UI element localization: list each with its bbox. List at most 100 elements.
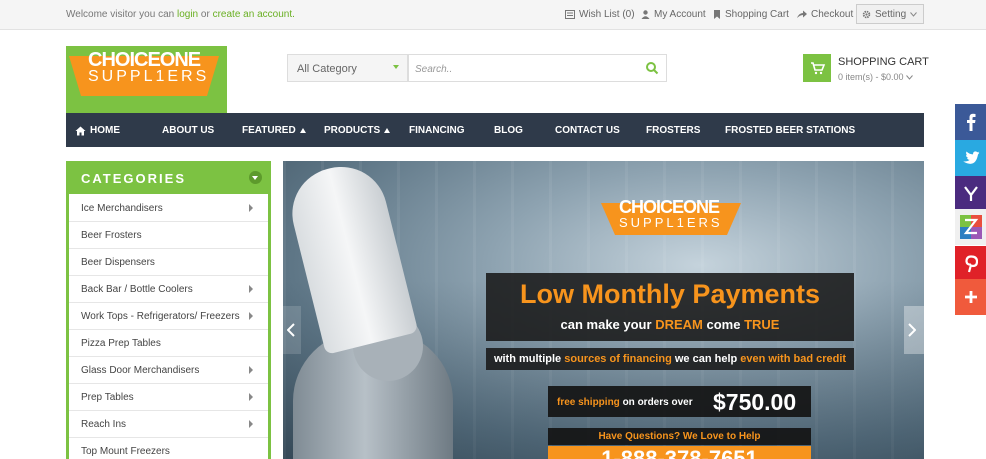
nav-blog[interactable]: BLOG bbox=[494, 125, 523, 136]
shopping-cart-link[interactable]: Shopping Cart bbox=[713, 9, 789, 20]
category-label: Reach Ins bbox=[81, 419, 127, 430]
collapse-toggle-icon[interactable] bbox=[249, 171, 262, 184]
nav-about-us-label: ABOUT US bbox=[162, 125, 215, 136]
category-item[interactable]: Beer Frosters bbox=[69, 222, 268, 249]
search-icon[interactable] bbox=[645, 61, 659, 75]
pinterest-icon bbox=[964, 255, 978, 273]
nav-frosted-beer-stations[interactable]: FROSTED BEER STATIONS bbox=[725, 125, 855, 136]
more-share-button[interactable] bbox=[955, 279, 986, 315]
category-item[interactable]: Work Tops - Refrigerators/ Freezers bbox=[69, 303, 268, 330]
pinterest-share-button[interactable] bbox=[955, 246, 986, 282]
wishlist-link[interactable]: Wish List (0) bbox=[565, 9, 635, 20]
twitter-share-button[interactable] bbox=[955, 140, 986, 176]
create-account-link[interactable]: create an account. bbox=[213, 9, 295, 20]
chevron-down-icon bbox=[910, 11, 918, 17]
cart-icon bbox=[811, 62, 826, 75]
nav-financing[interactable]: FINANCING bbox=[409, 125, 465, 136]
phone-number[interactable]: 1-888-378-7651 bbox=[548, 446, 811, 459]
banner-headline: Low Monthly Payments bbox=[519, 279, 821, 309]
category-label: Back Bar / Bottle Coolers bbox=[81, 284, 193, 295]
chevron-left-icon bbox=[287, 323, 295, 337]
category-item[interactable]: Beer Dispensers bbox=[69, 249, 268, 276]
nav-products[interactable]: PRODUCTS bbox=[324, 125, 391, 136]
chevron-down-icon bbox=[906, 75, 913, 80]
home-icon bbox=[75, 126, 86, 135]
free-shipping-text: free shipping on orders over bbox=[557, 397, 693, 408]
welcome-text: Welcome visitor you can bbox=[66, 9, 175, 20]
subline-true: TRUE bbox=[744, 317, 780, 332]
nav-blog-label: BLOG bbox=[494, 125, 523, 136]
caret-up-icon bbox=[299, 128, 306, 133]
category-label: Pizza Prep Tables bbox=[81, 338, 161, 349]
chevron-right-icon bbox=[249, 420, 253, 428]
zotero-share-button[interactable] bbox=[955, 209, 986, 245]
category-label: Ice Merchandisers bbox=[81, 203, 163, 214]
category-item[interactable]: Prep Tables bbox=[69, 384, 268, 411]
subline-dream: DREAM bbox=[655, 317, 703, 332]
free-shipping-highlight: free shipping bbox=[557, 397, 620, 408]
slider-prev-button[interactable] bbox=[283, 306, 301, 354]
facebook-icon bbox=[966, 113, 975, 131]
cart-icon-button[interactable] bbox=[803, 54, 831, 82]
chevron-right-icon bbox=[249, 285, 253, 293]
category-item[interactable]: Glass Door Merchandisers bbox=[69, 357, 268, 384]
category-item[interactable]: Pizza Prep Tables bbox=[69, 330, 268, 357]
nav-frosters[interactable]: FROSTERS bbox=[646, 125, 700, 136]
financing-text: we can help bbox=[674, 353, 738, 365]
category-label: Beer Frosters bbox=[81, 230, 142, 241]
financing-highlight: sources of financing bbox=[564, 353, 672, 365]
login-link[interactable]: login bbox=[177, 9, 198, 20]
category-select[interactable]: All Category bbox=[287, 54, 408, 82]
headline-box: Low Monthly Payments can make your DREAM… bbox=[486, 273, 854, 341]
search-placeholder: Search.. bbox=[415, 64, 453, 75]
category-item[interactable]: Reach Ins bbox=[69, 411, 268, 438]
checkout-label: Checkout bbox=[811, 9, 854, 20]
chevron-right-icon bbox=[249, 204, 253, 212]
bookmark-icon bbox=[714, 10, 720, 19]
chevron-right-icon bbox=[908, 323, 916, 337]
category-list: Ice Merchandisers Beer Frosters Beer Dis… bbox=[69, 195, 268, 459]
financing-note: with multiple sources of financing we ca… bbox=[486, 348, 854, 370]
subline-text: come bbox=[706, 317, 741, 332]
hero-banner[interactable]: CHOICEONE SUPPL1ERS Low Monthly Payments… bbox=[283, 161, 924, 459]
logo-text-bottom: SUPPL1ERS bbox=[88, 68, 210, 85]
categories-header[interactable]: CATEGORIES bbox=[69, 161, 268, 194]
nav-contact-us[interactable]: CONTACT US bbox=[555, 125, 620, 136]
category-item[interactable]: Ice Merchandisers bbox=[69, 195, 268, 222]
twitter-icon bbox=[962, 151, 979, 164]
banner-logo: CHOICEONE SUPPL1ERS bbox=[601, 197, 741, 243]
welcome-message: Welcome visitor you can login or create … bbox=[66, 9, 295, 20]
caret-up-icon bbox=[384, 128, 391, 133]
category-label: Beer Dispensers bbox=[81, 257, 155, 268]
nav-contact-us-label: CONTACT US bbox=[555, 125, 620, 136]
banner-subline: can make your DREAM come TRUE bbox=[486, 317, 854, 332]
category-item[interactable]: Top Mount Freezers bbox=[69, 438, 268, 459]
slider-next-button[interactable] bbox=[904, 306, 924, 354]
user-icon bbox=[641, 10, 650, 19]
yahoo-share-button[interactable] bbox=[955, 176, 986, 212]
nav-about-us[interactable]: ABOUT US bbox=[162, 125, 214, 136]
chevron-right-icon bbox=[249, 393, 253, 401]
nav-financing-label: FINANCING bbox=[409, 125, 465, 136]
shopping-cart-title[interactable]: SHOPPING CART bbox=[838, 56, 929, 68]
free-shipping-price: $750.00 bbox=[713, 389, 797, 415]
setting-dropdown[interactable]: Setting bbox=[856, 4, 924, 24]
category-label: Work Tops - Refrigerators/ Freezers bbox=[81, 311, 240, 322]
nav-home[interactable]: HOME bbox=[75, 125, 120, 136]
facebook-share-button[interactable] bbox=[955, 104, 986, 140]
site-logo[interactable]: CHOICEONE SUPPL1ERS bbox=[66, 46, 227, 114]
my-account-link[interactable]: My Account bbox=[641, 9, 706, 20]
category-item[interactable]: Back Bar / Bottle Coolers bbox=[69, 276, 268, 303]
free-shipping-condition: on orders over bbox=[622, 397, 693, 408]
search-input[interactable]: Search.. bbox=[408, 54, 667, 82]
checkout-link[interactable]: Checkout bbox=[797, 9, 853, 20]
nav-featured-label: FEATURED bbox=[242, 125, 296, 136]
main-nav: HOME ABOUT US FEATURED PRODUCTS FINANCIN… bbox=[66, 113, 924, 147]
category-label: Prep Tables bbox=[81, 392, 134, 403]
banner-logo-bottom: SUPPL1ERS bbox=[619, 215, 723, 230]
cart-summary-text: 0 item(s) - $0.00 bbox=[838, 72, 904, 82]
nav-featured[interactable]: FEATURED bbox=[242, 125, 306, 136]
cart-summary[interactable]: 0 item(s) - $0.00 bbox=[838, 72, 913, 82]
yahoo-icon bbox=[963, 186, 978, 201]
my-account-label: My Account bbox=[654, 9, 706, 20]
